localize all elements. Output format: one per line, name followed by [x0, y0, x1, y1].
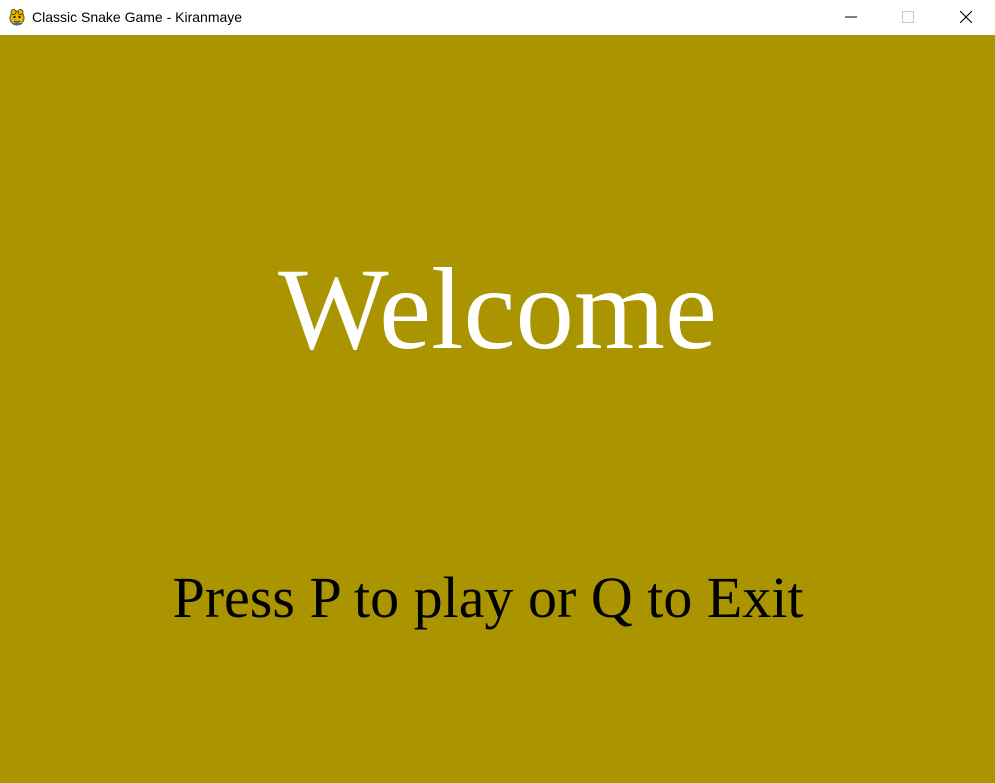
maximize-button[interactable] [885, 0, 931, 35]
title-bar[interactable]: Classic Snake Game - Kiranmaye [0, 0, 995, 35]
maximize-icon [902, 10, 914, 26]
pygame-snake-icon [8, 8, 26, 26]
welcome-heading: Welcome [278, 245, 717, 374]
minimize-button[interactable] [828, 0, 874, 35]
close-button[interactable] [943, 0, 989, 35]
instructions-text: Press P to play or Q to Exit [172, 565, 804, 630]
close-icon [959, 10, 973, 26]
window-title: Classic Snake Game - Kiranmaye [32, 9, 243, 25]
minimize-icon [845, 10, 857, 26]
game-window: Classic Snake Game - Kiranmaye Welcome P… [0, 0, 995, 783]
game-canvas[interactable]: Welcome Press P to play or Q to Exit [0, 35, 995, 783]
